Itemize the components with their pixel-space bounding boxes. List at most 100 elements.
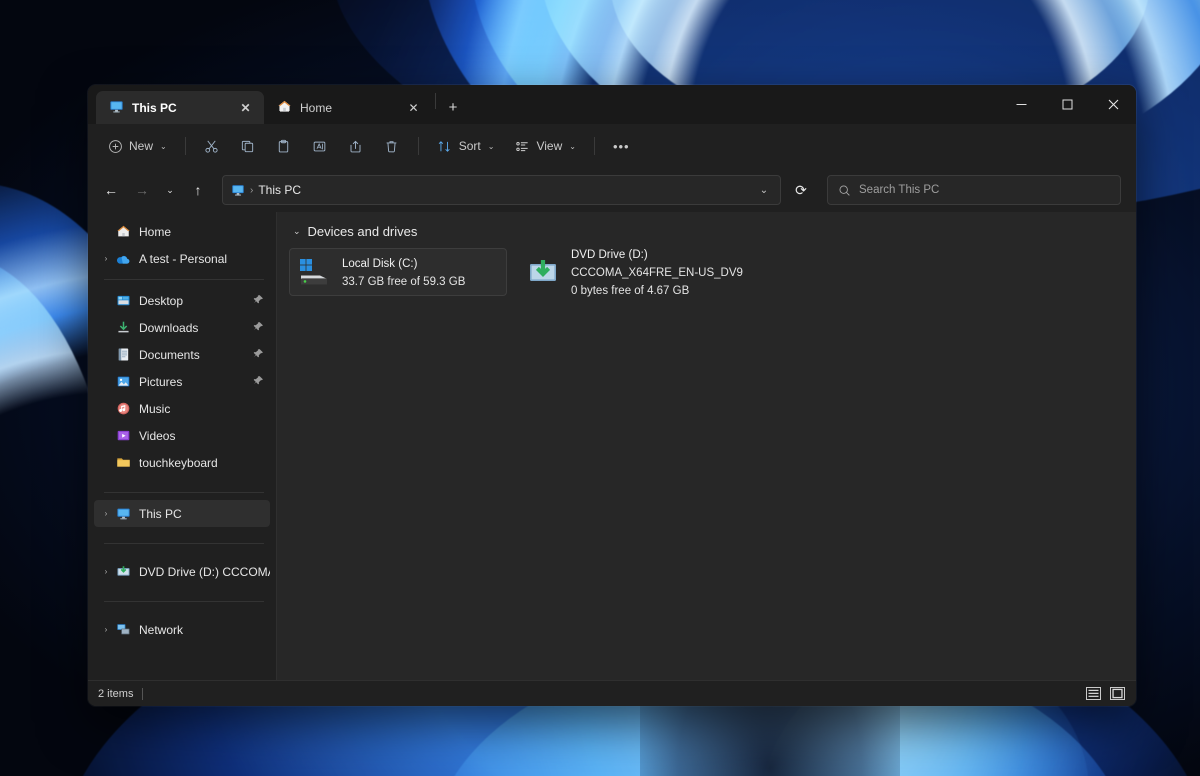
pin-icon[interactable]	[253, 321, 264, 335]
chevron-down-icon: ⌄	[160, 141, 167, 151]
sidebar-divider	[104, 543, 264, 544]
sidebar-item-this-pc[interactable]: › This PC	[94, 500, 270, 527]
pin-icon[interactable]	[253, 375, 264, 389]
toolbar-separator	[593, 137, 595, 155]
this-pc-icon	[231, 183, 245, 197]
local-disk-icon	[296, 257, 332, 287]
chevron-down-icon: ⌄	[487, 141, 495, 151]
tab-label: This PC	[132, 100, 177, 115]
expander[interactable]: ›	[98, 625, 114, 634]
pictures-icon	[114, 374, 132, 389]
ellipsis-icon: •••	[612, 138, 630, 154]
sidebar-item-home[interactable]: Home	[94, 218, 270, 245]
sidebar-item-dvd-drive[interactable]: › DVD Drive (D:) CCCOMA_X64FRE_EN-US_DV9	[94, 558, 270, 585]
sidebar-item-downloads[interactable]: Downloads	[94, 314, 270, 341]
sidebar-item-pictures[interactable]: Pictures	[94, 368, 270, 395]
drive-tile-dvd-drive-d[interactable]: DVD Drive (D:) CCCOMA_X64FRE_EN-US_DV9 0…	[519, 245, 743, 299]
drive-name: DVD Drive (D:)	[571, 249, 648, 261]
close-button[interactable]	[1090, 85, 1136, 124]
group-header-label: Devices and drives	[307, 224, 418, 239]
delete-button[interactable]	[375, 130, 409, 162]
network-icon	[114, 622, 132, 637]
breadcrumb-item-this-pc[interactable]: This PC	[258, 183, 301, 197]
tab-home[interactable]: Home ✕	[264, 91, 432, 124]
folder-icon	[114, 455, 132, 470]
forward-button[interactable]: →	[127, 175, 157, 205]
new-button[interactable]: New ⌄	[98, 130, 176, 162]
content-pane[interactable]: ⌄ Devices and drives Local Disk (C:) 33.…	[277, 212, 1136, 680]
sidebar-divider	[104, 279, 264, 280]
command-bar: New ⌄ Sort ⌄ View ⌄ •••	[88, 124, 1136, 168]
sidebar-item-label: Downloads	[139, 320, 199, 335]
sort-icon	[437, 138, 453, 154]
chevron-down-icon[interactable]: ⌄	[293, 226, 301, 237]
title-bar: This PC ✕ Home ✕ +	[88, 85, 1136, 124]
details-view-icon[interactable]	[1085, 686, 1102, 701]
paste-button[interactable]	[267, 130, 301, 162]
sidebar-item-label: Music	[139, 401, 171, 416]
toolbar-separator	[184, 137, 186, 155]
view-icon	[514, 138, 530, 154]
large-icons-view-icon[interactable]	[1109, 686, 1126, 701]
view-button[interactable]: View ⌄	[505, 130, 585, 162]
cut-button[interactable]	[195, 130, 229, 162]
search-icon	[838, 184, 851, 197]
minimize-button[interactable]	[998, 85, 1044, 124]
sidebar-item-touchkeyboard[interactable]: touchkeyboard	[94, 449, 270, 476]
drive-volume-label: CCCOMA_X64FRE_EN-US_DV9	[571, 267, 743, 279]
trash-icon	[384, 138, 400, 154]
see-more-button[interactable]: •••	[604, 130, 639, 162]
expander[interactable]: ›	[98, 254, 114, 263]
sidebar-item-onedrive[interactable]: › A test - Personal	[94, 245, 270, 272]
maximize-button[interactable]	[1044, 85, 1090, 124]
share-icon	[348, 138, 364, 154]
tab-label: Home	[300, 100, 333, 115]
sidebar-item-desktop[interactable]: Desktop	[94, 287, 270, 314]
sidebar-item-music[interactable]: Music	[94, 395, 270, 422]
pin-icon[interactable]	[253, 294, 264, 308]
sidebar-item-label: touchkeyboard	[139, 455, 218, 470]
pin-icon[interactable]	[253, 348, 264, 362]
search-box[interactable]: Search This PC	[827, 175, 1121, 205]
dvd-drive-icon	[114, 564, 132, 579]
new-button-label: New	[129, 139, 154, 153]
sidebar-item-videos[interactable]: Videos	[94, 422, 270, 449]
back-button[interactable]: ←	[96, 175, 126, 205]
refresh-button[interactable]: ⟳	[786, 175, 816, 205]
this-pc-icon	[114, 506, 132, 521]
sidebar-divider	[104, 601, 264, 602]
drive-tile-list: Local Disk (C:) 33.7 GB free of 59.3 GB	[289, 245, 1136, 299]
sidebar-divider	[104, 492, 264, 493]
rename-button[interactable]	[303, 130, 337, 162]
address-dropdown-button[interactable]: ⌄	[752, 178, 776, 202]
breadcrumb-separator: ›	[250, 184, 254, 196]
sidebar-item-documents[interactable]: Documents	[94, 341, 270, 368]
sidebar-item-network[interactable]: › Network	[94, 616, 270, 643]
up-button[interactable]: ↑	[183, 175, 213, 205]
drive-capacity-text: 0 bytes free of 4.67 GB	[571, 285, 690, 297]
sort-button[interactable]: Sort ⌄	[428, 130, 504, 162]
home-icon	[114, 224, 132, 239]
expander[interactable]: ›	[98, 567, 114, 576]
copy-button[interactable]	[231, 130, 265, 162]
group-header-devices-and-drives[interactable]: ⌄ Devices and drives	[289, 224, 1136, 239]
breadcrumb[interactable]: › This PC	[250, 183, 747, 197]
desktop: This PC ✕ Home ✕ + New ⌄ Sort ⌄ View ⌄ •…	[0, 0, 1200, 776]
search-input[interactable]: Search This PC	[859, 184, 939, 196]
rename-icon	[312, 138, 328, 154]
sidebar-item-label: A test - Personal	[139, 251, 228, 266]
share-button[interactable]	[339, 130, 373, 162]
tab-close-button[interactable]: ✕	[236, 98, 255, 117]
drive-tile-local-disk-c[interactable]: Local Disk (C:) 33.7 GB free of 59.3 GB	[289, 248, 507, 296]
recent-locations-button[interactable]: ⌄	[158, 175, 182, 205]
desktop-icon	[114, 293, 132, 308]
navigation-pane[interactable]: Home › A test - Personal Desktop Downloa…	[88, 212, 277, 680]
tab-close-button[interactable]: ✕	[404, 98, 423, 117]
tab-this-pc[interactable]: This PC ✕	[96, 91, 264, 124]
drive-info: DVD Drive (D:) CCCOMA_X64FRE_EN-US_DV9 0…	[571, 245, 743, 299]
new-tab-button[interactable]: +	[439, 93, 467, 121]
expander[interactable]: ›	[98, 509, 114, 518]
home-icon	[277, 99, 292, 117]
drive-name: Local Disk (C:)	[342, 258, 418, 270]
address-bar[interactable]: › This PC ⌄	[222, 175, 781, 205]
